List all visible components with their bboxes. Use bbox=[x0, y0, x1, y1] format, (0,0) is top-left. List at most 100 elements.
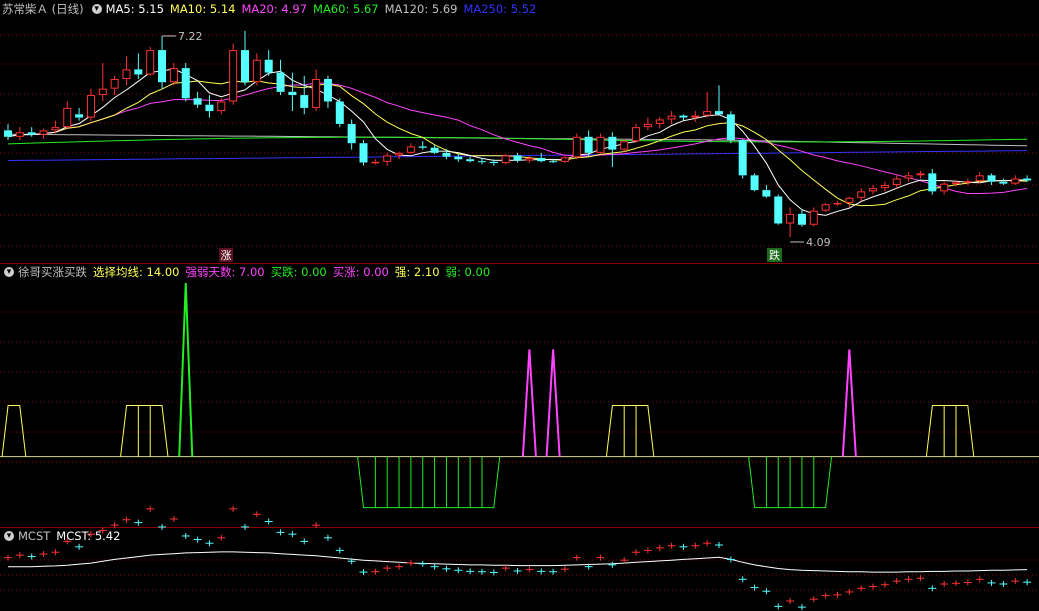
candle-body bbox=[312, 79, 321, 108]
candle bbox=[916, 170, 925, 179]
stock-title[interactable]: 苏常柴Ａ (日线) bbox=[2, 1, 84, 17]
ma60-label: MA60: 5.67 bbox=[313, 2, 379, 16]
mcst-tick bbox=[288, 531, 297, 538]
ma5-label: MA5: 5.15 bbox=[105, 2, 164, 16]
candle-body bbox=[774, 196, 783, 224]
candle-body bbox=[442, 152, 451, 157]
candle-body bbox=[549, 161, 558, 163]
candle-body bbox=[928, 173, 937, 192]
candle-body bbox=[904, 175, 913, 179]
mcst-tick bbox=[1023, 579, 1032, 586]
candle-body bbox=[572, 136, 581, 158]
candle-body bbox=[276, 72, 285, 92]
candle-body bbox=[975, 175, 984, 182]
candle bbox=[513, 152, 522, 163]
mcst-tick bbox=[703, 540, 712, 547]
candle bbox=[750, 173, 759, 192]
strong-zone bbox=[925, 405, 975, 457]
candle bbox=[110, 75, 119, 96]
mcst-tick bbox=[572, 554, 581, 561]
main-legend: 苏常柴Ａ (日线) ▾ MA5: 5.15 MA10: 5.14 MA20: 4… bbox=[2, 1, 542, 17]
chart-canvas[interactable]: 7.22 4.09 涨 跌 bbox=[0, 0, 1039, 611]
candle-body bbox=[323, 79, 332, 102]
candle-body bbox=[869, 188, 878, 192]
candle bbox=[963, 178, 972, 185]
mcst-tick bbox=[418, 560, 427, 567]
candle bbox=[715, 85, 723, 115]
mcst-tick bbox=[51, 549, 60, 556]
candle-body bbox=[691, 115, 700, 118]
candle bbox=[312, 69, 321, 112]
mcst-tick bbox=[667, 542, 676, 549]
mcst-tick bbox=[217, 534, 226, 541]
mcst-tick bbox=[940, 581, 949, 587]
candle-body bbox=[750, 175, 759, 191]
candle-body bbox=[359, 143, 368, 163]
candle bbox=[786, 207, 795, 237]
mcst-tick bbox=[892, 578, 901, 585]
candle-body bbox=[252, 59, 261, 83]
strong-zone bbox=[1, 405, 27, 457]
collapse-icon[interactable]: ▾ bbox=[91, 4, 102, 14]
mcst-tick bbox=[276, 529, 285, 536]
candle bbox=[146, 46, 155, 76]
candle-body bbox=[845, 197, 854, 203]
rise-signal-text: 涨 bbox=[221, 249, 232, 262]
candle bbox=[442, 148, 451, 160]
indicator-title[interactable]: 徐哥买涨买跌 bbox=[18, 264, 87, 280]
candle-body bbox=[880, 184, 889, 189]
candle-body bbox=[892, 178, 901, 185]
mcst-tick bbox=[620, 557, 629, 564]
mcst-tick bbox=[738, 576, 747, 583]
candle bbox=[928, 168, 937, 195]
mcst-tick bbox=[916, 575, 925, 582]
candle-body bbox=[584, 136, 593, 153]
collapse-icon[interactable]: ▾ bbox=[4, 531, 14, 541]
candle bbox=[86, 88, 95, 121]
candle bbox=[1011, 175, 1020, 185]
candle-body bbox=[715, 111, 723, 115]
candle-body bbox=[537, 157, 546, 162]
mcst-tick bbox=[383, 565, 392, 572]
candle bbox=[596, 133, 605, 155]
mcst-title[interactable]: MCST bbox=[18, 528, 50, 544]
candle-body bbox=[786, 213, 795, 224]
candle-body bbox=[999, 181, 1008, 184]
mcst-tick bbox=[715, 542, 723, 548]
mcst-tick bbox=[549, 568, 558, 575]
candle bbox=[122, 56, 131, 86]
collapse-icon[interactable]: ▾ bbox=[4, 267, 14, 277]
candle bbox=[738, 138, 747, 179]
candle bbox=[774, 194, 783, 225]
candle-body bbox=[110, 79, 119, 89]
candle bbox=[63, 101, 72, 129]
mcst-tick bbox=[643, 547, 652, 554]
candle-body bbox=[347, 123, 356, 144]
candle-body bbox=[75, 114, 84, 118]
candle bbox=[608, 132, 617, 167]
indicator-spike bbox=[178, 282, 194, 457]
candle bbox=[229, 43, 238, 105]
mcst-tick bbox=[205, 540, 214, 547]
candle-body bbox=[430, 147, 439, 153]
candle-body bbox=[738, 140, 747, 176]
candle-body bbox=[667, 115, 676, 120]
candle-body bbox=[134, 69, 143, 75]
candle-body bbox=[181, 68, 190, 99]
mcst-tick bbox=[335, 547, 344, 554]
candle bbox=[241, 30, 249, 86]
mcst-tick bbox=[869, 583, 878, 590]
candle-body bbox=[335, 101, 344, 124]
candle-body bbox=[229, 50, 238, 102]
mcst-tick bbox=[904, 576, 913, 583]
candle-body bbox=[489, 161, 498, 164]
candle-body bbox=[952, 182, 960, 184]
candle bbox=[809, 207, 818, 227]
candle-body bbox=[39, 130, 48, 135]
candle-body bbox=[478, 161, 486, 163]
candle-body bbox=[454, 156, 463, 160]
ma120-label: MA120: 5.69 bbox=[384, 2, 458, 16]
candle-body bbox=[217, 101, 226, 112]
indicator-legend: ▾ 徐哥买涨买跌 选择均线: 14.00 强弱天数: 7.00 买跌: 0.00… bbox=[2, 264, 496, 280]
ma20-label: MA20: 4.97 bbox=[241, 2, 308, 16]
